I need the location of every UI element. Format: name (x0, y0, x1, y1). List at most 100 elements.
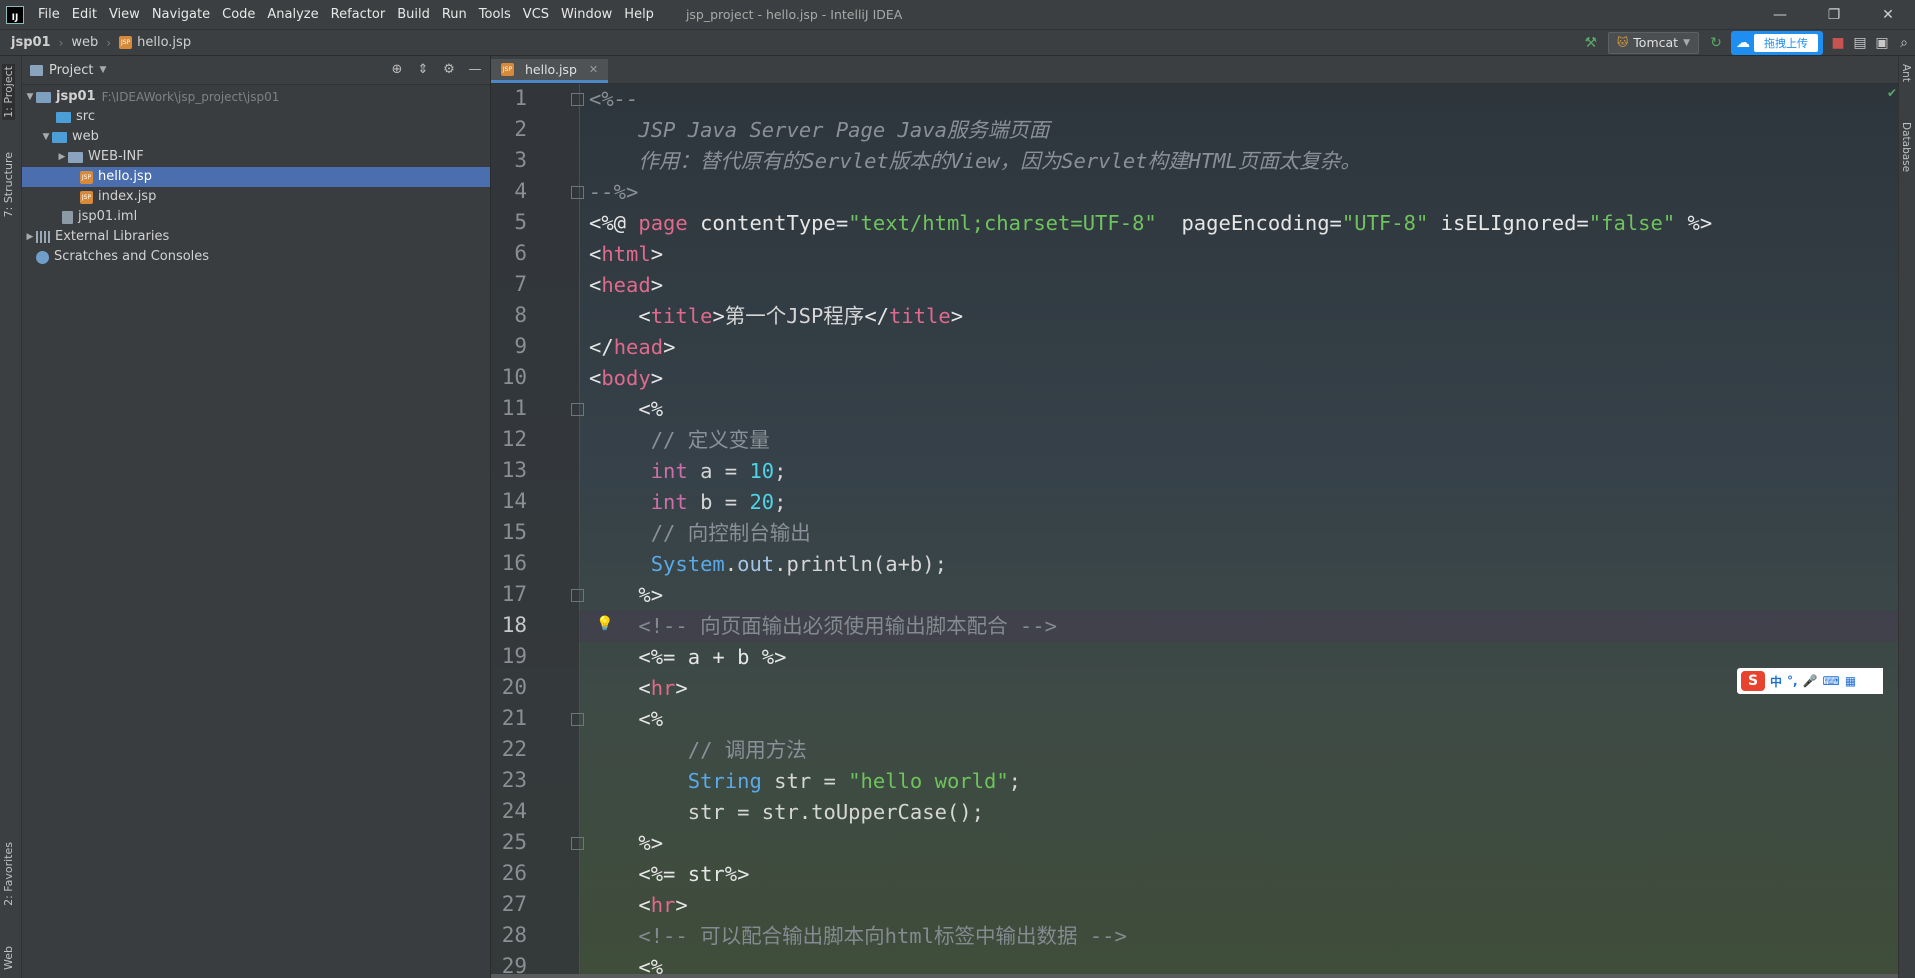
menu-view[interactable]: View (103, 0, 146, 29)
layout-icon[interactable]: ▣ (1871, 33, 1893, 53)
code-line: --%> (589, 180, 639, 204)
code-line: <head> (589, 273, 664, 297)
stop-icon[interactable]: ■ (1827, 33, 1849, 53)
tree-item-hello-jsp[interactable]: JSP hello.jsp (22, 167, 490, 187)
code-line: <%= str%> (589, 862, 750, 886)
project-structure-icon[interactable]: ▤ (1849, 33, 1871, 53)
maximize-button[interactable]: ❐ (1807, 0, 1861, 29)
code-line: System.out.println(a+b); (650, 552, 947, 576)
code-area[interactable]: <%-- JSP Java Server Page Java服务端页面 作用：替… (579, 84, 1899, 978)
expanded-arrow-icon[interactable]: ▼ (40, 127, 52, 147)
menu-help[interactable]: Help (618, 0, 660, 29)
menu-refactor[interactable]: Refactor (325, 0, 392, 29)
tree-item-scratches[interactable]: Scratches and Consoles (22, 247, 490, 267)
right-tool-strip: Ant Database (1898, 56, 1915, 978)
expanded-arrow-icon[interactable]: ▼ (24, 87, 36, 107)
intention-bulb-icon[interactable]: 💡 (596, 616, 613, 632)
menu-window[interactable]: Window (555, 0, 618, 29)
breadcrumb-file[interactable]: hello.jsp (137, 35, 191, 50)
tree-item-jsp01[interactable]: ▼ jsp01 F:\IDEAWork\jsp_project\jsp01 (22, 87, 490, 107)
tab-database[interactable]: Database (1900, 122, 1912, 172)
fold-marker-icon[interactable] (571, 186, 584, 199)
close-button[interactable]: ✕ (1861, 0, 1915, 29)
code-line: <%-- (589, 87, 639, 111)
upload-widget[interactable]: ☁ 拖拽上传 (1731, 30, 1823, 55)
line-number: 19 (501, 644, 527, 668)
fold-marker-icon[interactable] (571, 713, 584, 726)
tree-item-external-libraries[interactable]: ▶ External Libraries (22, 227, 490, 247)
rerun-icon[interactable]: ↻ (1705, 33, 1727, 53)
close-tab-icon[interactable]: ✕ (589, 63, 598, 76)
line-number: 4 (514, 179, 527, 203)
ime-toolbar[interactable]: S 中 °, 🎤 ⌨ ▦ (1737, 668, 1883, 694)
project-tree: ▼ jsp01 F:\IDEAWork\jsp_project\jsp01 sr… (22, 85, 490, 267)
menu-code[interactable]: Code (216, 0, 261, 29)
locate-icon[interactable]: ⊕ (388, 60, 406, 78)
microphone-icon[interactable]: 🎤 (1803, 674, 1818, 688)
minimize-panel-icon[interactable]: — (466, 60, 484, 78)
collapsed-arrow-icon[interactable]: ▶ (56, 147, 68, 167)
code-line: <% (589, 397, 664, 421)
menu-run[interactable]: Run (436, 0, 473, 29)
code-line: <hr> (589, 893, 688, 917)
search-icon[interactable]: ⌕ (1893, 33, 1915, 53)
menu-build[interactable]: Build (391, 0, 436, 29)
fold-marker-icon[interactable] (571, 403, 584, 416)
scratches-icon (36, 250, 49, 264)
line-number: 17 (501, 582, 527, 606)
window-controls: — ❐ ✕ (1753, 0, 1915, 29)
breadcrumb-separator-icon: › (58, 35, 64, 50)
line-number: 27 (501, 892, 527, 916)
horizontal-scrollbar[interactable] (491, 974, 1899, 978)
project-view-select[interactable]: Project ▼ (30, 63, 106, 78)
menu-tools[interactable]: Tools (473, 0, 517, 29)
tree-item-src[interactable]: src (22, 107, 490, 127)
fold-marker-icon[interactable] (571, 589, 584, 602)
fold-marker-icon[interactable] (571, 837, 584, 850)
tomcat-icon: 🐱 (1616, 36, 1629, 49)
jsp-file-icon: JSP (119, 36, 133, 49)
code-line: int a = 10; (650, 459, 787, 483)
ime-chinese-mode[interactable]: 中 (1770, 673, 1782, 690)
menu-navigate[interactable]: Navigate (146, 0, 216, 29)
tree-item-web[interactable]: ▼ web (22, 127, 490, 147)
code-line: <%= a + b %> (589, 645, 787, 669)
collapsed-arrow-icon[interactable]: ▶ (24, 227, 36, 247)
code-editor[interactable]: JSP hello.jsp ✕ ✔ 1 2 3 4 5 6 7 8 9 10 11 12 13 14 15 1… (491, 56, 1899, 978)
run-config-select[interactable]: 🐱 Tomcat ▼ (1607, 31, 1699, 54)
menu-vcs[interactable]: VCS (517, 0, 555, 29)
tab-structure[interactable]: 7: Structure (2, 152, 15, 217)
code-line: %> (589, 831, 664, 855)
web-folder-icon (52, 131, 67, 143)
line-number: 26 (501, 861, 527, 885)
breadcrumb-module[interactable]: jsp01 (11, 35, 51, 50)
fold-marker-icon[interactable] (571, 93, 584, 106)
keyboard-icon[interactable]: ⌨ (1823, 674, 1840, 688)
tab-web[interactable]: Web (2, 946, 15, 970)
menu-edit[interactable]: Edit (66, 0, 103, 29)
menu-file[interactable]: File (32, 0, 66, 29)
ime-punctuation[interactable]: °, (1787, 674, 1798, 688)
tab-ant[interactable]: Ant (1900, 64, 1912, 82)
code-line: %> (589, 583, 664, 607)
minimize-button[interactable]: — (1753, 0, 1807, 29)
tree-item-web-inf[interactable]: ▶ WEB-INF (22, 147, 490, 167)
tree-item-jsp01-iml[interactable]: jsp01.iml (22, 207, 490, 227)
tab-favorites[interactable]: 2: Favorites (2, 842, 15, 906)
breadcrumb-folder[interactable]: web (71, 35, 98, 50)
code-line: <% (589, 707, 664, 731)
upload-button[interactable]: 拖拽上传 (1754, 33, 1818, 52)
sogou-ime-icon: S (1741, 671, 1765, 691)
tree-item-label: hello.jsp (98, 169, 152, 184)
menu-analyze[interactable]: Analyze (261, 0, 324, 29)
tab-project[interactable]: 1: Project (2, 64, 15, 120)
collapse-all-icon[interactable]: ⇕ (414, 60, 432, 78)
run-config-label: Tomcat (1633, 35, 1679, 50)
tree-item-index-jsp[interactable]: JSP index.jsp (22, 187, 490, 207)
hammer-icon[interactable]: ⚒ (1580, 33, 1602, 53)
toolbox-icon[interactable]: ▦ (1845, 674, 1856, 688)
gear-icon[interactable]: ⚙ (440, 60, 458, 78)
tab-hello-jsp[interactable]: JSP hello.jsp ✕ (491, 59, 609, 83)
chevron-down-icon: ▼ (1683, 37, 1690, 48)
breadcrumb-separator-icon: › (106, 35, 112, 50)
